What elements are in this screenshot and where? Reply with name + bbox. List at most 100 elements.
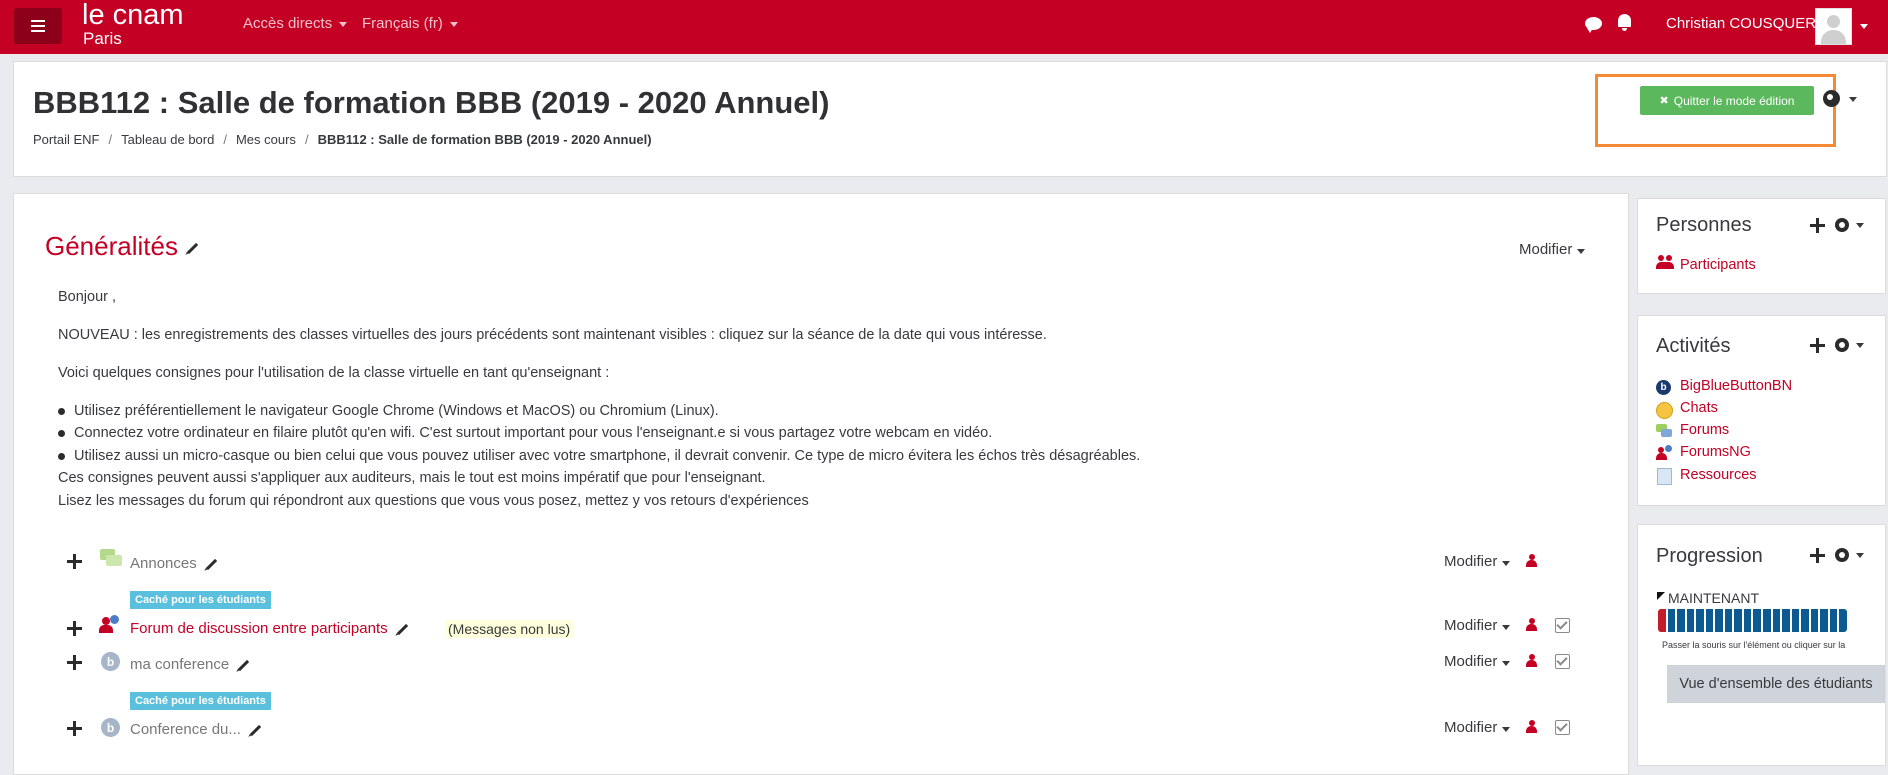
activity-name: Annonces xyxy=(130,555,197,572)
summary-note: Ces consignes peuvent aussi s'appliquer … xyxy=(58,470,766,486)
activity-modifier-menu[interactable]: Modifier xyxy=(1444,719,1510,736)
course-settings-gear-icon[interactable] xyxy=(1823,90,1840,107)
progress-segment[interactable] xyxy=(1810,609,1819,632)
students-overview-button[interactable]: Vue d'ensemble des étudiants xyxy=(1667,665,1885,703)
progress-segment[interactable] xyxy=(1743,609,1752,632)
activity-link-forum[interactable]: Forum de discussion entre participants xyxy=(130,620,409,637)
progress-segment[interactable] xyxy=(1715,609,1723,632)
assign-role-user-icon[interactable] xyxy=(1526,720,1537,734)
activity-name: ma conference xyxy=(130,656,230,673)
activity-modifier-menu[interactable]: Modifier xyxy=(1444,653,1510,670)
completion-checkbox[interactable] xyxy=(1555,618,1570,633)
notifications-icon[interactable] xyxy=(1618,14,1631,31)
chevron-down-icon[interactable] xyxy=(1849,97,1857,102)
activity-type-link[interactable]: Forums xyxy=(1680,422,1729,438)
progress-segment[interactable] xyxy=(1829,609,1838,632)
move-handle-icon[interactable] xyxy=(1810,338,1825,353)
progress-segment[interactable] xyxy=(1734,609,1742,632)
activity-link-conference-du[interactable]: Conference du... xyxy=(130,721,262,738)
chevron-down-icon[interactable] xyxy=(1856,223,1864,228)
bullet-icon xyxy=(58,429,65,437)
activity-link-conference[interactable]: ma conference xyxy=(130,656,250,673)
section-modifier-menu[interactable]: Modifier xyxy=(1519,241,1585,258)
activity-type-link[interactable]: Chats xyxy=(1680,400,1718,416)
move-handle-icon[interactable] xyxy=(67,721,82,736)
block-settings-gear-icon[interactable] xyxy=(1835,218,1849,232)
block-title: Progression xyxy=(1656,545,1763,567)
edit-pencil-icon[interactable] xyxy=(238,659,250,671)
progress-segment[interactable] xyxy=(1839,609,1847,632)
menu-toggle-button[interactable] xyxy=(14,8,62,44)
edit-pencil-icon[interactable] xyxy=(205,558,217,570)
user-name[interactable]: Christian COUSQUER xyxy=(1666,15,1816,32)
progress-bar[interactable] xyxy=(1658,609,1847,632)
bullet-text: Utilisez préférentiellement le navigateu… xyxy=(74,403,719,419)
summary-bullet: Connectez votre ordinateur en filaire pl… xyxy=(58,425,992,441)
progress-segment[interactable] xyxy=(1801,609,1809,632)
progress-segment[interactable] xyxy=(1763,609,1771,632)
progress-segment[interactable] xyxy=(1696,609,1704,632)
progress-segment[interactable] xyxy=(1753,609,1762,632)
move-handle-icon[interactable] xyxy=(1810,548,1825,563)
activity-type-link[interactable]: Ressources xyxy=(1680,467,1757,483)
progress-segment[interactable] xyxy=(1705,609,1714,632)
nav-language-label: Français (fr) xyxy=(362,15,443,32)
block-title: Activités xyxy=(1656,335,1731,357)
assign-role-user-icon[interactable] xyxy=(1526,554,1537,568)
move-handle-icon[interactable] xyxy=(1810,218,1825,233)
move-handle-icon[interactable] xyxy=(67,655,82,670)
progress-segment[interactable] xyxy=(1667,609,1676,632)
messages-icon[interactable] xyxy=(1585,17,1602,33)
assign-role-user-icon[interactable] xyxy=(1526,654,1537,668)
breadcrumb-item[interactable]: Tableau de bord xyxy=(121,132,214,147)
progress-segment[interactable] xyxy=(1791,609,1800,632)
forumng-icon xyxy=(98,615,120,634)
avatar[interactable] xyxy=(1815,8,1852,45)
section-title[interactable]: Généralités xyxy=(45,231,199,262)
chevron-down-icon xyxy=(1501,661,1510,666)
assign-role-user-icon[interactable] xyxy=(1526,618,1537,632)
move-handle-icon[interactable] xyxy=(67,621,82,636)
quit-edit-mode-label: Quitter le mode édition xyxy=(1673,93,1795,108)
activity-type-link[interactable]: ForumsNG xyxy=(1680,444,1751,460)
breadcrumb-item[interactable]: Portail ENF xyxy=(33,132,99,147)
nav-language-menu[interactable]: Français (fr) xyxy=(362,15,458,32)
activity-type-link[interactable]: BigBlueButtonBN xyxy=(1680,378,1792,394)
completion-checkbox[interactable] xyxy=(1555,654,1570,669)
activity-modifier-menu[interactable]: Modifier xyxy=(1444,617,1510,634)
block-settings-gear-icon[interactable] xyxy=(1835,548,1849,562)
breadcrumb-item[interactable]: Mes cours xyxy=(236,132,296,147)
progress-segment[interactable] xyxy=(1772,609,1781,632)
chevron-down-icon[interactable] xyxy=(1856,343,1864,348)
forum-icon xyxy=(100,549,122,566)
unread-messages-label[interactable]: (Messages non lus) xyxy=(445,620,574,638)
progress-hint: Passer la souris sur l'élément ou clique… xyxy=(1662,640,1846,650)
completion-checkbox[interactable] xyxy=(1555,720,1570,735)
progress-segment[interactable] xyxy=(1677,609,1685,632)
edit-pencil-icon[interactable] xyxy=(249,724,262,736)
quit-edit-mode-button[interactable]: ✖ Quitter le mode édition xyxy=(1640,86,1814,115)
chevron-down-icon xyxy=(1501,561,1510,566)
progress-segment[interactable] xyxy=(1782,609,1790,632)
progress-segment[interactable] xyxy=(1820,609,1828,632)
brand-logo[interactable]: le cnam xyxy=(82,0,184,30)
edit-pencil-icon[interactable] xyxy=(396,623,408,635)
activity-link-annonces[interactable]: Annonces xyxy=(130,555,218,572)
bullet-text: Utilisez aussi un micro-casque ou bien c… xyxy=(74,448,1141,464)
progress-segment[interactable] xyxy=(1658,609,1666,632)
breadcrumb-current[interactable]: BBB112 : Salle de formation BBB (2019 - … xyxy=(318,132,652,147)
block-settings-gear-icon[interactable] xyxy=(1835,338,1849,352)
chevron-down-icon[interactable] xyxy=(1856,553,1864,558)
resource-icon xyxy=(1657,468,1672,485)
close-icon: ✖ xyxy=(1659,95,1669,107)
progress-segment[interactable] xyxy=(1686,609,1695,632)
user-menu-chevron-icon[interactable] xyxy=(1860,24,1868,29)
nav-access-menu[interactable]: Accès directs xyxy=(243,15,348,32)
progress-now-label: MAINTENANT xyxy=(1657,590,1759,606)
progress-segment[interactable] xyxy=(1724,609,1733,632)
move-handle-icon[interactable] xyxy=(67,554,82,569)
edit-pencil-icon[interactable] xyxy=(186,242,199,254)
activity-modifier-menu[interactable]: Modifier xyxy=(1444,553,1510,570)
participants-link[interactable]: Participants xyxy=(1680,257,1756,273)
bigbluebutton-icon: b xyxy=(101,718,120,737)
